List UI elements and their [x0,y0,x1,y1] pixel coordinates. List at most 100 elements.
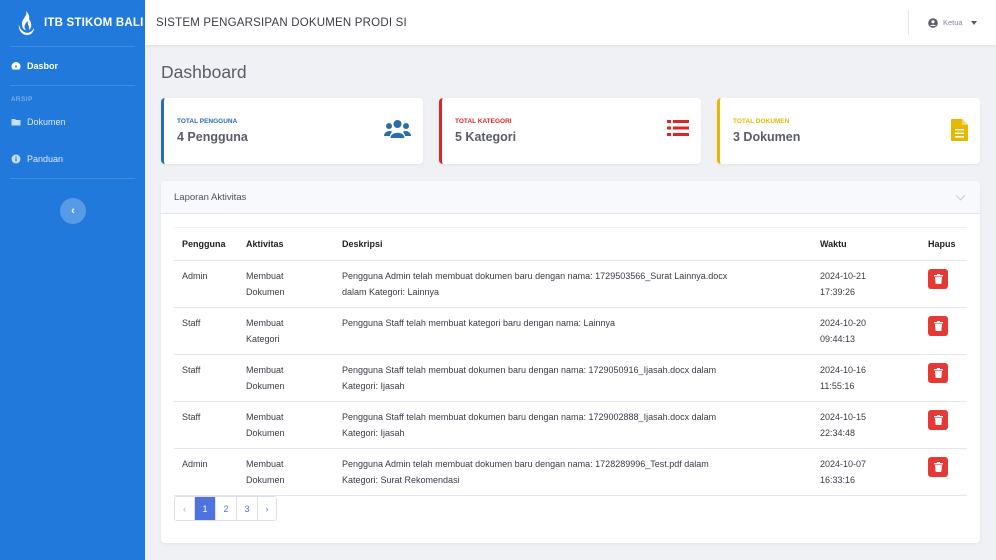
cell-time: 2024-10-21 17:39:26 [812,260,920,308]
column-header: Pengguna [174,227,238,261]
description-line: Kategori: Surat Rekomendasi [342,474,460,485]
pagination: ‹ 1 2 3 › [174,496,277,521]
stat-value: 5 Kategori [455,130,517,144]
cell-user: Admin [174,260,238,308]
date-text: 2024-10-20 [820,318,867,328]
description-line: Pengguna Admin telah membuat dokumen bar… [342,271,728,281]
cell-description: Pengguna Staff telah membuat dokumen bar… [334,401,812,449]
description-line: Pengguna Admin telah membuat dokumen bar… [342,459,709,469]
cell-delete [920,401,967,449]
info-circle-icon [11,154,21,164]
panel-header[interactable]: Laporan Aktivitas [161,181,980,214]
activity-table: Pengguna Aktivitas Deskripsi Waktu Hapus… [174,227,967,496]
brand-name: ITB STIKOM BALI [44,16,144,29]
activity-line: Dokumen [246,380,285,391]
table-header-row: Pengguna Aktivitas Deskripsi Waktu Hapus [174,227,967,261]
activity-line: Membuat [246,365,284,375]
cell-activity: Membuat Dokumen [238,260,334,308]
column-header: Hapus [920,227,967,261]
cell-time: 2024-10-15 22:34:48 [812,401,920,449]
column-header: Waktu [812,227,920,261]
description-line: Kategori: Ijasah [342,427,405,438]
sidebar-toggle-button[interactable]: ‹ [60,198,86,224]
sidebar: ITB STIKOM BALI Dasbor ARSIP Dokumen Pan… [0,0,145,560]
sidebar-item-label: Dokumen [27,117,66,127]
description-line: Kategori: Ijasah [342,380,405,391]
cell-delete [920,260,967,308]
table-row: Staff Membuat Dokumen Pengguna Staff tela… [174,354,967,402]
chevron-left-icon: ‹ [71,205,75,217]
nav-divider [10,178,135,179]
activity-line: Dokumen [246,427,285,438]
sidebar-item-panduan[interactable]: Panduan [0,149,145,169]
table-row: Admin Membuat Dokumen Pengguna Admin tela… [174,260,967,308]
description-line: dalam Kategori: Lainnya [342,286,440,297]
cell-description: Pengguna Staff telah membuat kategori ba… [334,307,812,355]
cell-delete [920,307,967,355]
user-menu[interactable]: Ketua [928,0,977,45]
sidebar-item-dasbor[interactable]: Dasbor [0,56,145,76]
cell-activity: Membuat Dokumen [238,401,334,449]
topbar: SISTEM PENGARSIPAN DOKUMEN PRODI SI Ketu… [145,0,996,45]
time-text: 17:39:26 [820,286,856,297]
cell-time: 2024-10-16 11:55:16 [812,354,920,402]
sidebar-item-dokumen[interactable]: Dokumen [0,112,145,132]
trash-icon [933,368,943,378]
pagination-prev-button[interactable]: ‹ [175,497,194,520]
pagination-page-2[interactable]: 2 [215,497,236,520]
user-circle-icon [928,17,938,28]
trash-icon [933,462,943,472]
activity-line: Membuat [246,459,284,469]
table-row: Staff Membuat Kategori Pengguna Staff tel… [174,307,967,355]
stat-value: 4 Pengguna [177,130,248,144]
time-text: 16:33:16 [820,474,856,485]
cell-user: Staff [174,307,238,355]
trash-icon [933,415,943,425]
date-text: 2024-10-16 [820,365,867,375]
stat-label: TOTAL DOKUMEN [733,118,790,125]
trash-icon [933,274,943,284]
nav-divider [10,85,135,86]
stat-card-dokumen: TOTAL DOKUMEN 3 Dokumen [717,98,980,164]
flame-logo-icon [18,10,34,35]
pagination-page-3[interactable]: 3 [236,497,257,520]
description-line: Pengguna Staff telah membuat kategori ba… [342,318,616,328]
time-text: 22:34:48 [820,427,856,438]
cell-user: Staff [174,401,238,449]
sidebar-item-label: Dasbor [27,61,59,71]
delete-button[interactable] [928,316,948,336]
table-row: Admin Membuat Dokumen Pengguna Admin tela… [174,448,967,496]
sidebar-item-label: Panduan [27,154,64,164]
time-text: 11:55:16 [820,380,855,391]
date-text: 2024-10-07 [820,459,867,469]
table-row: Staff Membuat Dokumen Pengguna Staff tela… [174,401,967,449]
delete-button[interactable] [928,410,948,430]
cell-description: Pengguna Admin telah membuat dokumen bar… [334,260,812,308]
brand[interactable]: ITB STIKOM BALI [0,0,145,45]
cell-user: Admin [174,448,238,496]
delete-button[interactable] [928,269,948,289]
delete-button[interactable] [928,457,948,477]
folder-icon [11,119,21,126]
cell-time: 2024-10-20 09:44:13 [812,307,920,355]
cell-user: Staff [174,354,238,402]
panel-title: Laporan Aktivitas [174,191,247,203]
file-icon [951,119,968,141]
column-header: Deskripsi [334,227,812,261]
pagination-next-button[interactable]: › [257,497,276,520]
stat-label: TOTAL PENGGUNA [177,118,238,125]
cell-description: Pengguna Staff telah membuat dokumen bar… [334,354,812,402]
pagination-page-1[interactable]: 1 [194,497,215,520]
cell-delete [920,354,967,402]
caret-down-icon [970,20,977,25]
activity-line: Membuat [246,271,284,281]
activity-line: Dokumen [246,286,285,297]
nav-heading: ARSIP [11,96,34,103]
delete-button[interactable] [928,363,948,383]
cell-delete [920,448,967,496]
description-line: Pengguna Staff telah membuat dokumen bar… [342,365,717,375]
stat-card-kategori: TOTAL KATEGORI 5 Kategori [439,98,701,164]
date-text: 2024-10-21 [820,271,867,281]
stat-value: 3 Dokumen [733,130,801,144]
time-text: 09:44:13 [820,333,856,344]
